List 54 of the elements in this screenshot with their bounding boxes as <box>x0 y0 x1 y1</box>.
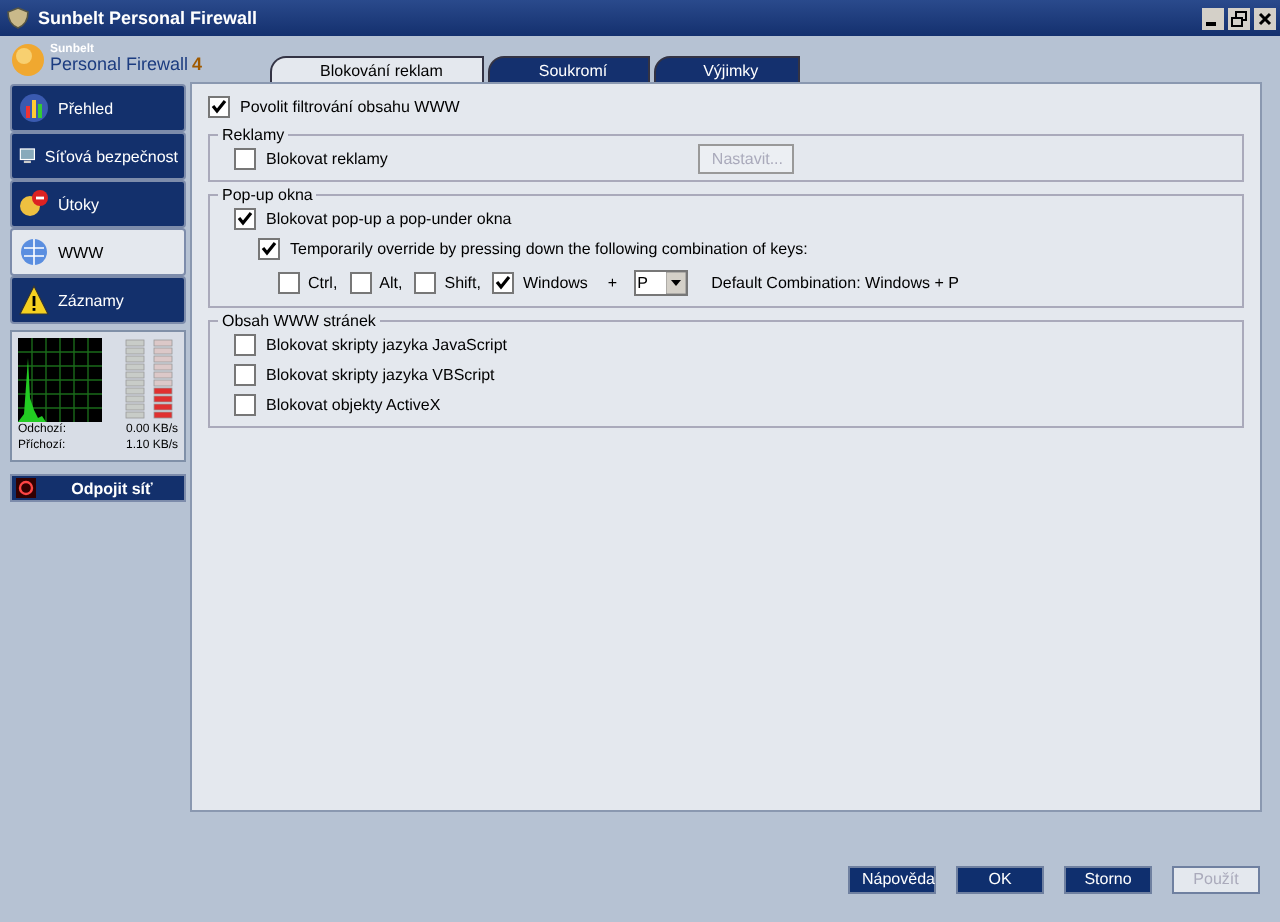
group-title: Obsah WWW stránek <box>220 312 378 330</box>
dropdown-arrow-icon[interactable] <box>665 271 686 293</box>
checkbox-label: Temporarily override by pressing down the following combination of keys: <box>290 240 808 258</box>
tab[interactable]: Výjimky <box>653 56 801 82</box>
sidebar-item[interactable]: Přehled <box>10 84 186 132</box>
warning-icon <box>18 284 50 316</box>
globe-icon <box>18 236 50 268</box>
minimize-icon[interactable] <box>1202 7 1224 29</box>
checkbox-label: Blokovat skripty jazyka JavaScript <box>266 336 507 354</box>
logo-version: 4 <box>192 56 203 74</box>
restore-icon[interactable] <box>1228 7 1250 29</box>
checkbox-label: Blokovat pop-up a pop-under okna <box>266 210 512 228</box>
checkbox[interactable] <box>414 271 437 293</box>
checkbox[interactable] <box>234 364 256 386</box>
tab[interactable]: Soukromí <box>488 56 650 82</box>
checkbox[interactable] <box>234 208 256 230</box>
traffic-graph-drawing <box>18 338 102 422</box>
checkbox-label: Blokovat reklamy <box>266 150 388 168</box>
key-dropdown[interactable]: P <box>633 269 688 295</box>
sidebar-item[interactable]: Síťová bezpečnost <box>10 132 186 180</box>
checkbox[interactable] <box>234 334 256 356</box>
checkbox[interactable] <box>258 238 280 260</box>
checkbox[interactable] <box>234 394 256 416</box>
shield-icon <box>6 6 30 30</box>
plus-sign: + <box>607 273 618 291</box>
bar-chart-icon <box>18 92 50 124</box>
close-icon[interactable] <box>1254 7 1276 29</box>
checkbox[interactable] <box>278 271 300 293</box>
checkbox-label: Alt, <box>379 273 403 291</box>
tab[interactable]: Blokování reklam <box>270 56 485 82</box>
checkbox-label: Blokovat objekty ActiveX <box>266 396 441 414</box>
default-combination-text: Default Combination: Windows + P <box>711 273 959 291</box>
sidebar-item[interactable]: Útoky <box>10 180 186 228</box>
checkbox-label: Blokovat skripty jazyka VBScript <box>266 366 495 384</box>
sidebar-item[interactable]: WWW <box>10 228 186 276</box>
window-title: Sunbelt Personal Firewall <box>38 8 260 28</box>
meter-drawing <box>122 338 178 422</box>
disconnect-button[interactable]: Odpojit síť <box>10 474 186 502</box>
group-title: Reklamy <box>220 126 287 144</box>
checkbox[interactable] <box>234 148 256 170</box>
sidebar-item[interactable]: Záznamy <box>10 276 186 324</box>
checkbox-label: Ctrl, <box>308 273 338 291</box>
checkbox-label: Povolit filtrování obsahu WWW <box>240 98 460 116</box>
sun-icon <box>10 41 46 77</box>
checkbox[interactable] <box>349 271 372 293</box>
checkbox[interactable] <box>208 96 230 118</box>
dialog-button[interactable]: OK <box>956 865 1044 893</box>
checkbox-label: Windows <box>522 273 588 291</box>
logo-product: Personal Firewall <box>50 56 189 74</box>
checkbox-label: Shift, <box>444 273 481 291</box>
dialog-button[interactable]: Nápověda <box>848 865 936 893</box>
dialog-button[interactable]: Storno <box>1064 865 1152 893</box>
checkbox[interactable] <box>492 271 515 293</box>
group-title: Pop-up okna <box>220 186 315 204</box>
